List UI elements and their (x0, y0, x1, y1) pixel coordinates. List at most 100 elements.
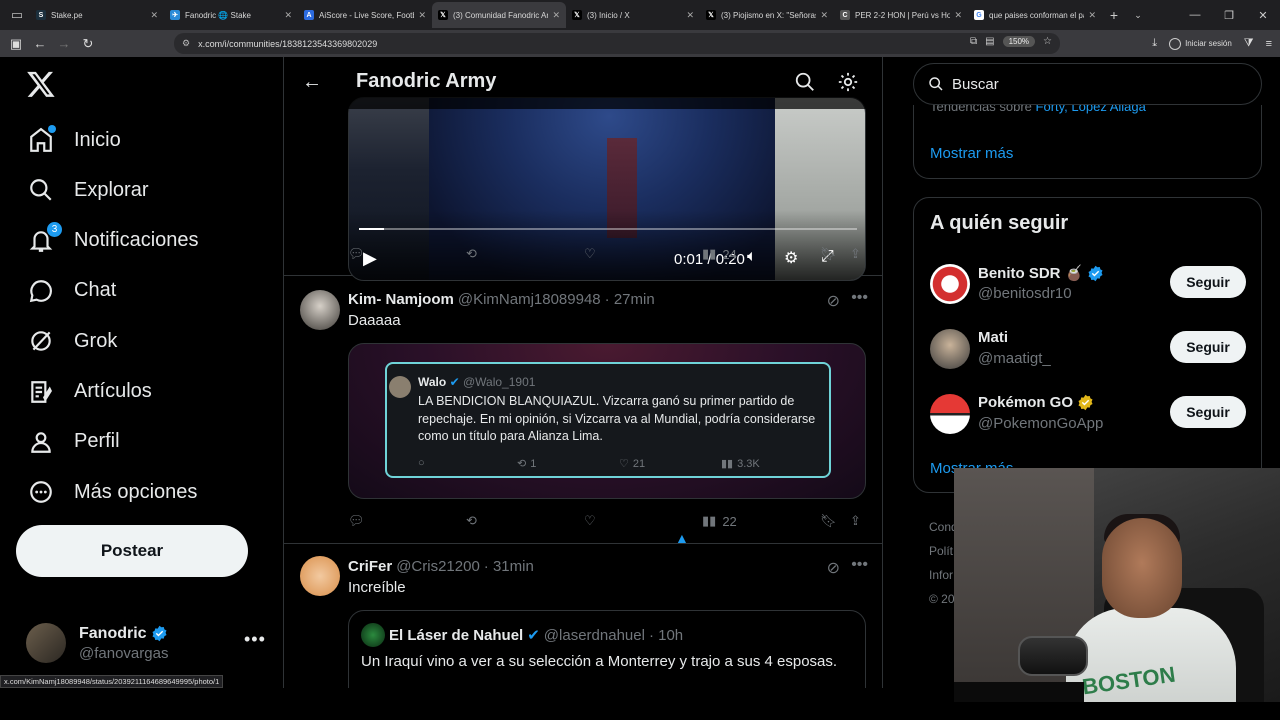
bookmark-icon[interactable]: 🔖︎ (820, 246, 837, 262)
browser-tab[interactable]: Gque paises conforman el pa ✕ (968, 2, 1102, 28)
tweet-time[interactable]: · 27min (605, 291, 655, 308)
follow-suggestion[interactable]: Pokémon GO @PokemonGoApp Seguir (930, 394, 1250, 438)
verified-badge-icon: ✔ (527, 627, 540, 644)
close-tab-icon[interactable]: ✕ (552, 10, 560, 21)
downloads-icon[interactable]: ⤓ (1152, 37, 1157, 50)
nav-label: Perfil (74, 430, 120, 453)
tab-favicon-icon: S (36, 10, 46, 20)
browser-tab[interactable]: C PER 2-2 HON | Perú vs Hon ✕ (834, 2, 968, 28)
follow-button[interactable]: Seguir (1170, 331, 1246, 363)
nav-label: Notificaciones (74, 229, 199, 252)
suggestion-name: Pokémon GO (978, 394, 1074, 411)
verified-badge-icon (1088, 265, 1103, 281)
site-info-icon[interactable]: ⚙ (182, 38, 190, 49)
back-arrow-icon[interactable]: ← (302, 71, 322, 94)
views-button[interactable]: ▮▮ 24 (702, 246, 737, 262)
browser-tab[interactable]: 𝕏 (3) Comunidad Fanodric Ar ✕ (432, 2, 566, 28)
account-more-icon[interactable]: ••• (244, 629, 266, 650)
avatar[interactable] (300, 290, 340, 330)
minimize-icon[interactable]: — (1178, 9, 1212, 21)
nav-item-articles[interactable]: Artículos (28, 372, 152, 412)
grok-explain-icon[interactable]: ⊘ (827, 558, 840, 578)
quoted-tweet[interactable]: El Láser de Nahuel ✔ @laserdnahuel · 10h Un… (348, 610, 866, 688)
follow-suggestion[interactable]: Benito SDR 🧉 @benitosdr10 Seguir (930, 264, 1250, 308)
bookmark-star-icon[interactable]: ☆ (1043, 36, 1052, 47)
follow-button[interactable]: Seguir (1170, 396, 1246, 428)
picture-in-picture-icon[interactable]: ⧉ (970, 36, 977, 47)
close-tab-icon[interactable]: ✕ (820, 10, 828, 21)
nav-item-more[interactable]: Más opciones (28, 472, 197, 512)
tweet-author-name[interactable]: CriFer (348, 558, 392, 575)
close-tab-icon[interactable]: ✕ (1088, 10, 1096, 21)
nav-item-search[interactable]: Explorar (28, 170, 148, 210)
close-window-icon[interactable]: ✕ (1246, 9, 1280, 22)
retweet-icon[interactable]: ⟲ (466, 513, 477, 529)
search-input[interactable]: Buscar (913, 63, 1262, 105)
video-progress-bar[interactable] (359, 228, 857, 230)
account-switcher[interactable]: Fanodric @fanovargas (26, 623, 168, 663)
views-button[interactable]: ▮▮ 22 (702, 513, 737, 529)
nav-item-home[interactable]: Inicio (28, 120, 121, 160)
extensions-icon[interactable]: ⧩ (1244, 37, 1254, 50)
tweet-author-name[interactable]: Kim- Namjoom (348, 291, 454, 308)
close-tab-icon[interactable]: ✕ (150, 10, 158, 21)
browser-tab[interactable]: A AiScore - Live Score, Footb ✕ (298, 2, 432, 28)
restore-icon[interactable]: ❐ (1212, 9, 1246, 22)
address-bar[interactable]: ⚙ x.com/i/communities/183812354336980202… (174, 33, 1060, 54)
close-tab-icon[interactable]: ✕ (284, 10, 292, 21)
tweet[interactable]: CriFer @Cris21200 · 31min ⊘ ••• Increíbl… (284, 544, 882, 688)
nav-item-bell[interactable]: 3 Notificaciones (28, 221, 199, 261)
bookmark-icon[interactable]: 🔖︎ (820, 513, 837, 529)
avatar[interactable] (930, 329, 970, 369)
verified-badge-icon (152, 625, 167, 642)
follow-suggestion[interactable]: Mati @maatigt_ Seguir (930, 329, 1250, 373)
signin-button[interactable]: Iniciar sesión (1169, 37, 1232, 50)
nav-item-profile[interactable]: Perfil (28, 422, 120, 462)
reply-icon[interactable]: 💬︎ (348, 513, 365, 529)
follow-button[interactable]: Seguir (1170, 266, 1246, 298)
trends-card: Tendencias sobre Forty, López Aliaga Mos… (913, 99, 1262, 179)
sidebar-toggle-icon[interactable]: ▣ (4, 36, 28, 52)
close-tab-icon[interactable]: ✕ (686, 10, 694, 21)
tab-list-button[interactable]: ⌄ (1126, 10, 1150, 21)
tweet-author-handle[interactable]: @KimNamj18089948 (458, 291, 601, 308)
browser-tab[interactable]: 𝕏 (3) Inicio / X ✕ (566, 2, 700, 28)
like-icon[interactable]: ♡ (584, 246, 596, 262)
browser-tab[interactable]: 𝕏 (3) Piojismo en X: "Señoras ✕ (700, 2, 834, 28)
tweet-author-handle[interactable]: @Cris21200 (396, 558, 480, 575)
x-logo-icon[interactable] (26, 69, 56, 99)
reload-icon[interactable]: ↻ (76, 36, 100, 52)
tab-title: que paises conforman el pa (989, 10, 1085, 20)
avatar[interactable] (930, 394, 970, 434)
avatar[interactable] (300, 556, 340, 596)
gear-icon[interactable] (837, 71, 859, 93)
grok-explain-icon[interactable]: ⊘ (827, 291, 840, 311)
nav-item-grok[interactable]: Grok (28, 321, 117, 361)
more-options-icon[interactable]: ••• (851, 556, 868, 574)
search-icon[interactable] (794, 71, 816, 93)
close-tab-icon[interactable]: ✕ (418, 10, 426, 21)
tweet-image[interactable]: Walo ✔ @Walo_1901 LA BENDICION BLANQUIAZ… (348, 343, 866, 499)
retweet-icon[interactable]: ⟲ (466, 246, 477, 262)
tweet[interactable]: Kim- Namjoom @KimNamj18089948 · 27min ⊘ … (284, 276, 882, 544)
reply-icon[interactable]: 💬︎ (348, 246, 365, 262)
show-more-link[interactable]: Mostrar más (930, 145, 1013, 162)
share-icon[interactable]: ⇪ (850, 246, 861, 262)
post-button[interactable]: Postear (16, 525, 248, 577)
tab-actions-icon[interactable]: ▭ (4, 2, 30, 28)
browser-tab[interactable]: S Stake.pe ✕ (30, 2, 164, 28)
avatar[interactable] (930, 264, 970, 304)
forward-icon[interactable]: → (52, 36, 76, 51)
tweet-time[interactable]: · 31min (484, 558, 534, 575)
close-tab-icon[interactable]: ✕ (954, 10, 962, 21)
back-icon[interactable]: ← (28, 36, 52, 51)
reader-view-icon[interactable]: ▤ (985, 36, 994, 47)
menu-icon[interactable]: ≡ (1266, 38, 1272, 50)
like-icon[interactable]: ♡ (584, 513, 596, 529)
browser-tab[interactable]: ✈ Fanodric 🌐 Stake ✕ (164, 2, 298, 28)
zoom-level[interactable]: 150% (1002, 36, 1036, 47)
nav-item-chat[interactable]: Chat (28, 271, 116, 311)
share-icon[interactable]: ⇪ (850, 513, 861, 529)
more-options-icon[interactable]: ••• (851, 289, 868, 307)
new-tab-button[interactable]: + (1102, 2, 1126, 28)
